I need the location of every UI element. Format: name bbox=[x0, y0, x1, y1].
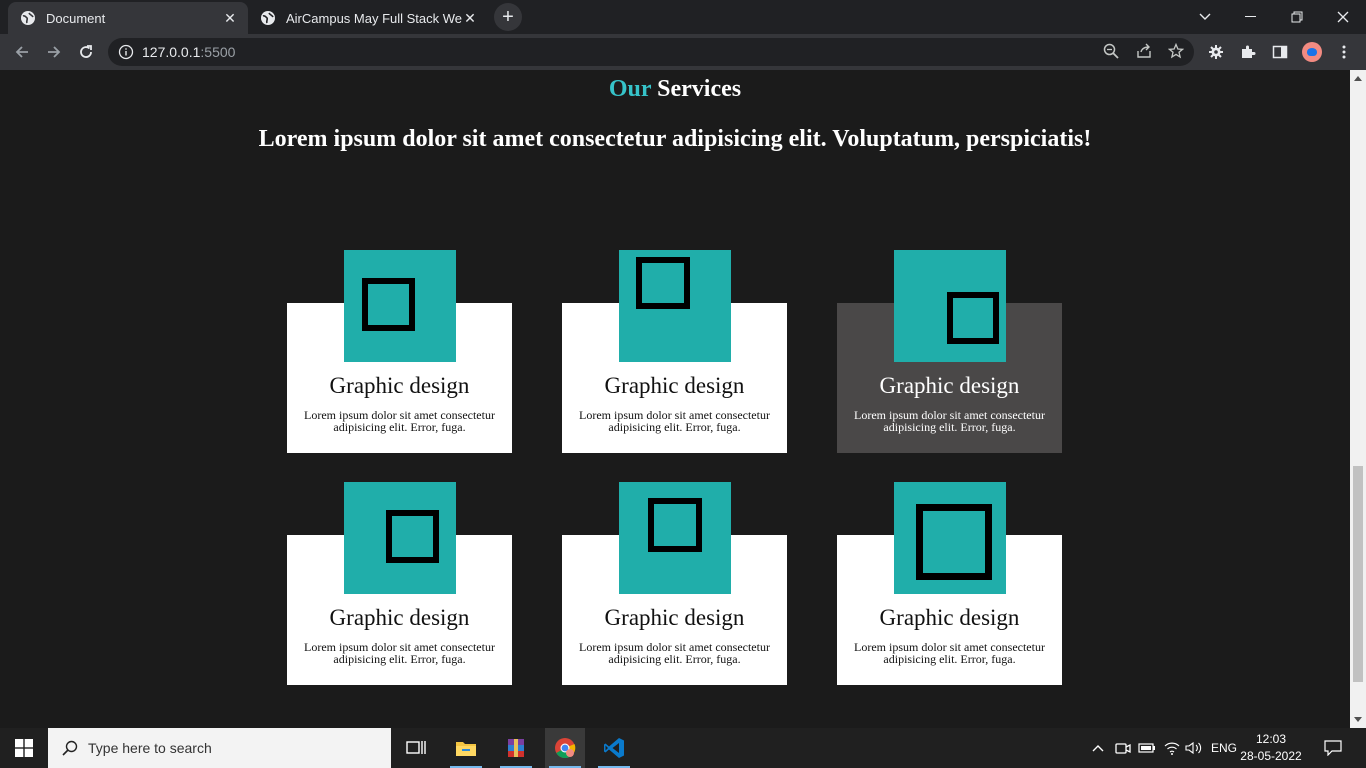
card-title: Graphic design bbox=[329, 373, 470, 398]
clock-time: 12:03 bbox=[1255, 732, 1287, 746]
service-card[interactable]: Graphic design Lorem ipsum dolor sit ame… bbox=[287, 250, 512, 453]
extensions-puzzle-icon[interactable] bbox=[1238, 42, 1258, 62]
square-icon bbox=[636, 257, 690, 309]
tab-aircampus[interactable]: AirCampus May Full Stack Web D ✕ bbox=[248, 2, 488, 34]
notification-center-icon[interactable] bbox=[1318, 728, 1348, 768]
reload-button[interactable] bbox=[72, 38, 100, 66]
globe-icon bbox=[21, 11, 35, 25]
url-host: 127.0.0.1 bbox=[142, 44, 201, 60]
card-icon-block bbox=[619, 482, 731, 594]
card-title: Graphic design bbox=[604, 373, 745, 398]
tab-document[interactable]: Document ✕ bbox=[8, 2, 248, 34]
vscode-icon[interactable] bbox=[594, 728, 634, 768]
service-card[interactable]: Graphic design Lorem ipsum dolor sit ame… bbox=[562, 482, 787, 685]
services-heading: Our Services bbox=[0, 76, 1350, 103]
card-icon-block bbox=[344, 482, 456, 594]
card-title: Graphic design bbox=[879, 605, 1020, 630]
menu-kebab-icon[interactable] bbox=[1334, 42, 1354, 62]
arrow-left-icon bbox=[15, 46, 28, 58]
square-icon bbox=[648, 498, 702, 552]
square-icon bbox=[386, 510, 439, 563]
bookmark-star-icon[interactable] bbox=[1165, 40, 1187, 62]
url-text: 127.0.0.1:5500 bbox=[142, 44, 235, 60]
back-button[interactable] bbox=[8, 38, 36, 66]
tab-search-chevron-icon[interactable] bbox=[1182, 0, 1228, 34]
close-tab-icon[interactable]: ✕ bbox=[222, 10, 238, 26]
card-title: Graphic design bbox=[604, 605, 745, 630]
profile-avatar[interactable] bbox=[1302, 42, 1322, 62]
address-bar[interactable]: 127.0.0.1:5500 bbox=[108, 38, 1194, 66]
file-explorer-icon[interactable] bbox=[446, 728, 486, 768]
service-card[interactable]: Graphic design Lorem ipsum dolor sit ame… bbox=[837, 482, 1062, 685]
language-indicator[interactable]: ENG bbox=[1208, 728, 1240, 768]
service-card-hovered[interactable]: Graphic design Lorem ipsum dolor sit ame… bbox=[837, 250, 1062, 453]
winrar-icon[interactable] bbox=[496, 728, 536, 768]
minimize-button[interactable] bbox=[1228, 0, 1274, 34]
search-icon bbox=[62, 740, 78, 756]
card-text: Lorem ipsum dolor sit amet consectetur a… bbox=[304, 640, 495, 666]
url-port: :5500 bbox=[200, 44, 236, 60]
heading-accent: Our bbox=[608, 76, 652, 102]
card-title: Graphic design bbox=[329, 605, 470, 630]
reload-icon bbox=[80, 45, 92, 58]
close-window-button[interactable] bbox=[1320, 0, 1366, 34]
start-button[interactable] bbox=[0, 728, 48, 768]
card-icon-block bbox=[894, 482, 1006, 594]
scroll-up-arrow-icon[interactable] bbox=[1354, 76, 1362, 81]
browser-tab-bar: Document ✕ AirCampus May Full Stack Web … bbox=[0, 0, 1366, 34]
wifi-icon[interactable] bbox=[1162, 728, 1182, 768]
share-icon[interactable] bbox=[1133, 40, 1155, 62]
volume-icon[interactable] bbox=[1184, 728, 1204, 768]
card-icon-block bbox=[894, 250, 1006, 362]
arrow-right-icon bbox=[48, 46, 61, 58]
card-title: Graphic design bbox=[879, 373, 1020, 398]
meet-now-icon[interactable] bbox=[1113, 728, 1133, 768]
card-icon-block bbox=[619, 250, 731, 362]
new-tab-button[interactable]: + bbox=[494, 3, 522, 31]
tab-title: Document bbox=[46, 10, 106, 26]
scroll-down-arrow-icon[interactable] bbox=[1354, 717, 1362, 722]
chrome-taskbar-icon[interactable] bbox=[545, 728, 585, 768]
search-placeholder: Type here to search bbox=[88, 740, 212, 756]
clock-date: 28-05-2022 bbox=[1240, 749, 1302, 763]
page-viewport: Our Services Lorem ipsum dolor sit amet … bbox=[0, 70, 1350, 728]
heading-rest: Services bbox=[651, 76, 742, 102]
card-text: Lorem ipsum dolor sit amet consectetur a… bbox=[854, 408, 1045, 434]
close-tab-icon[interactable]: ✕ bbox=[462, 10, 478, 26]
card-text: Lorem ipsum dolor sit amet consectetur a… bbox=[304, 408, 495, 434]
square-icon bbox=[362, 278, 415, 331]
browser-toolbar: 127.0.0.1:5500 bbox=[0, 34, 1366, 70]
card-text: Lorem ipsum dolor sit amet consectetur a… bbox=[854, 640, 1045, 666]
page-scrollbar[interactable] bbox=[1350, 70, 1366, 728]
windows-taskbar: Type here to search ENG 12:03 28-05-2022 bbox=[0, 728, 1366, 768]
site-info-icon[interactable] bbox=[118, 44, 134, 60]
globe-icon bbox=[261, 11, 275, 25]
battery-icon[interactable] bbox=[1137, 728, 1157, 768]
taskbar-search-box[interactable]: Type here to search bbox=[48, 728, 391, 768]
card-text: Lorem ipsum dolor sit amet consectetur a… bbox=[579, 408, 770, 434]
card-icon-block bbox=[344, 250, 456, 362]
zoom-icon[interactable] bbox=[1100, 40, 1122, 62]
square-icon bbox=[947, 292, 999, 344]
side-panel-icon[interactable] bbox=[1270, 42, 1290, 62]
square-icon bbox=[916, 504, 992, 580]
services-subheading: Lorem ipsum dolor sit amet consectetur a… bbox=[258, 126, 1092, 152]
restore-button[interactable] bbox=[1274, 0, 1320, 34]
windows-logo-icon bbox=[15, 739, 33, 757]
taskbar-clock[interactable]: 12:03 28-05-2022 bbox=[1240, 731, 1302, 765]
show-hidden-icons-chevron-icon[interactable] bbox=[1088, 728, 1108, 768]
forward-button[interactable] bbox=[40, 38, 68, 66]
extension-gear-icon[interactable] bbox=[1206, 42, 1226, 62]
scrollbar-thumb[interactable] bbox=[1353, 466, 1363, 682]
service-card[interactable]: Graphic design Lorem ipsum dolor sit ame… bbox=[287, 482, 512, 685]
task-view-icon[interactable] bbox=[396, 728, 436, 768]
service-card[interactable]: Graphic design Lorem ipsum dolor sit ame… bbox=[562, 250, 787, 453]
tab-title: AirCampus May Full Stack Web D bbox=[286, 10, 462, 26]
card-text: Lorem ipsum dolor sit amet consectetur a… bbox=[579, 640, 770, 666]
